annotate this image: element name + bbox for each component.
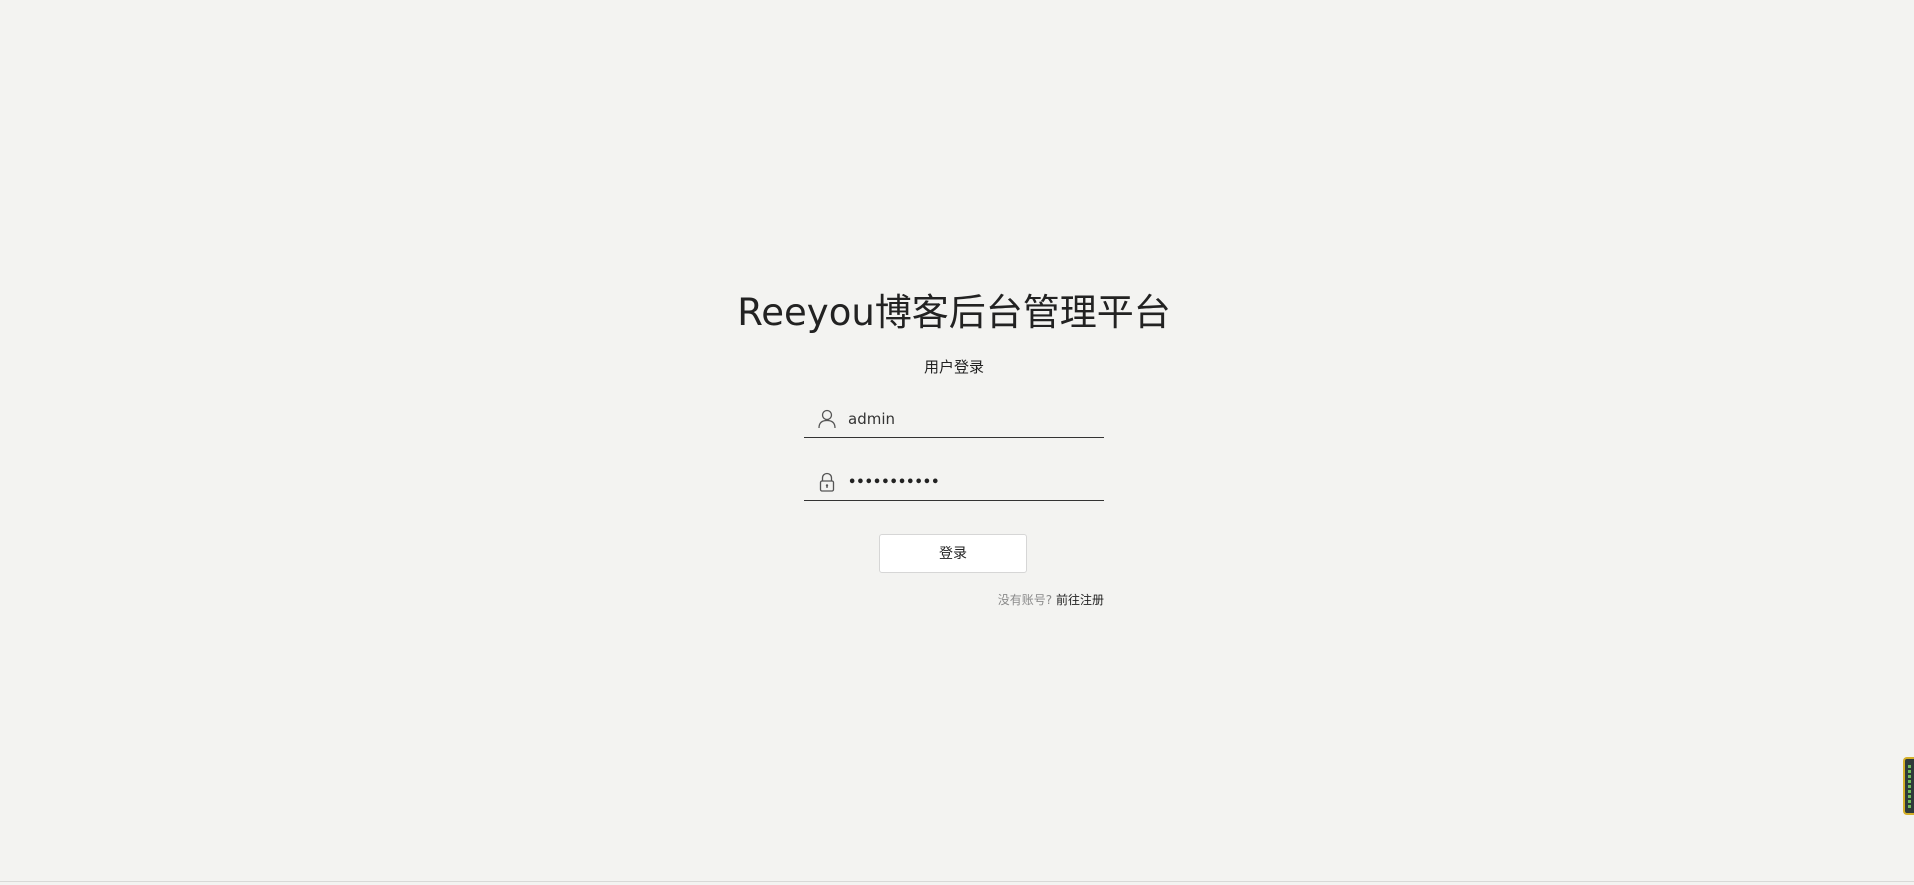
register-link[interactable]: 前往注册 [1056,593,1104,607]
bottom-divider [0,881,1914,882]
page-subtitle: 用户登录 [923,358,984,376]
floating-widget-icon[interactable] [1903,757,1914,815]
username-input[interactable]: admin [848,409,895,429]
widget-bars [1908,765,1911,809]
user-icon [816,408,838,430]
login-panel: Reeyou博客后台管理平台 用户登录 admin ••••••••••• 登录… [0,0,1914,885]
login-button[interactable]: 登录 [879,534,1027,573]
password-input[interactable]: ••••••••••• [848,473,939,493]
password-field[interactable]: ••••••••••• [804,466,1104,501]
lock-icon [816,471,838,493]
register-row: 没有账号? 前往注册 [904,591,1104,609]
page-title: Reeyou博客后台管理平台 [737,291,1171,334]
username-field[interactable]: admin [804,403,1104,438]
register-prompt: 没有账号? [997,593,1053,607]
